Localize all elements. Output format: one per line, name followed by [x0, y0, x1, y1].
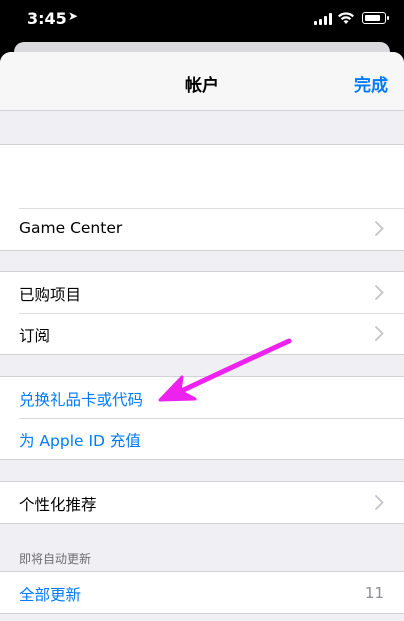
battery-icon — [362, 12, 389, 24]
purchased-label: 已购项目 — [19, 286, 82, 304]
chevron-right-icon — [375, 221, 384, 236]
account-sheet: 帐户 完成 Game Center 已购项目 订阅 兑换礼品卡或代码 为 App… — [0, 52, 404, 621]
purchases-group: 已购项目 订阅 — [0, 271, 404, 355]
add-funds-link[interactable]: 为 Apple ID 充值 — [19, 429, 141, 451]
redeem-gift-card-link[interactable]: 兑换礼品卡或代码 — [19, 388, 143, 410]
profile-row[interactable] — [0, 145, 404, 208]
chevron-right-icon — [375, 326, 384, 341]
personalized-recommendations-row[interactable]: 个性化推荐 — [0, 482, 404, 523]
cellular-signal-icon — [314, 13, 332, 25]
purchased-row[interactable]: 已购项目 — [0, 272, 404, 313]
game-center-row[interactable]: Game Center — [0, 208, 404, 250]
status-bar: 3:45 ➤ — [0, 0, 404, 42]
page-title: 帐户 — [185, 76, 219, 96]
redeem-gift-card-row[interactable]: 兑换礼品卡或代码 — [0, 377, 404, 418]
done-button[interactable]: 完成 — [354, 71, 388, 96]
personalized-group: 个性化推荐 — [0, 481, 404, 524]
profile-group: Game Center — [0, 144, 404, 251]
navigation-bar: 帐户 完成 — [0, 52, 404, 111]
game-center-label: Game Center — [19, 219, 123, 237]
status-time: 3:45 — [27, 9, 67, 28]
subscriptions-label: 订阅 — [19, 327, 51, 345]
update-all-button[interactable]: 全部更新 — [19, 583, 81, 605]
update-all-row[interactable]: 全部更新 11 — [0, 572, 404, 613]
wifi-icon — [338, 12, 354, 24]
chevron-right-icon — [375, 495, 384, 510]
personalized-recommendations-label: 个性化推荐 — [19, 496, 97, 514]
location-arrow-icon: ➤ — [68, 9, 79, 23]
add-funds-row[interactable]: 为 Apple ID 充值 — [0, 418, 404, 459]
gift-group: 兑换礼品卡或代码 为 Apple ID 充值 — [0, 376, 404, 460]
update-count: 11 — [364, 584, 384, 602]
updates-group: 全部更新 11 — [0, 571, 404, 614]
battery-level — [364, 14, 380, 21]
section-header-updates: 即将自动更新 — [19, 552, 92, 566]
chevron-right-icon — [375, 285, 384, 300]
subscriptions-row[interactable]: 订阅 — [0, 313, 404, 354]
